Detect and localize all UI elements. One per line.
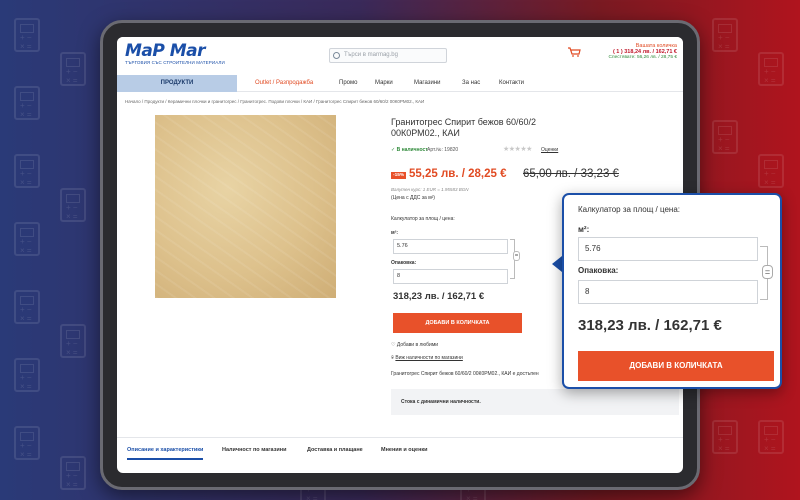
- breadcrumb[interactable]: Начало / Продукти / Керамични плочки и г…: [125, 99, 424, 104]
- calculated-total: 318,23 лв. / 162,71 €: [393, 291, 485, 302]
- calculator-icon: [14, 154, 40, 188]
- heart-icon: ♡: [391, 342, 396, 348]
- nav-item-stores[interactable]: Магазини: [414, 75, 441, 92]
- search-input[interactable]: Търси в marmag.bg: [329, 48, 447, 63]
- calculator-icon: [60, 188, 86, 222]
- calculator-icon: [712, 18, 738, 52]
- calculator-icon: [14, 18, 40, 52]
- calculator-icon: [14, 222, 40, 256]
- exchange-rate: Валутен курс: 1 EUR = 1.95583 BGN: [391, 187, 469, 192]
- rating-stars[interactable]: ★★★★★: [503, 145, 532, 153]
- store-availability-link[interactable]: ⌾ Виж наличности по магазини: [391, 355, 463, 361]
- calculator-icon: [60, 456, 86, 490]
- package-label: Опаковка:: [391, 260, 417, 266]
- products-menu-button[interactable]: ПРОДУКТИ: [117, 75, 237, 92]
- tab-description[interactable]: Описание и характеристики: [127, 447, 204, 460]
- stock-status: ✓ В наличност: [391, 147, 428, 153]
- calculator-icon: [712, 120, 738, 154]
- m2-input[interactable]: 5.76: [578, 237, 758, 261]
- calculator-icon: [60, 52, 86, 86]
- calculator-zoom-callout: Калкулатор за площ / цена: м²: 5.76 Опак…: [562, 193, 782, 389]
- calculator-label: Калкулатор за площ / цена:: [578, 205, 680, 214]
- search-placeholder: Търси в marmag.bg: [344, 52, 398, 58]
- site-header: MaP Mar ТЪРГОВИЯ СЪС СТРОИТЕЛНИ МАТЕРИАЛ…: [117, 37, 683, 75]
- product-title: Гранитогрес Спирит бежов 60/60/2 00К0РМ0…: [391, 117, 537, 138]
- tab-delivery[interactable]: Доставка и плащане: [307, 447, 363, 453]
- article-number: Арт.№: 19820: [427, 147, 459, 153]
- calculator-icon: [14, 426, 40, 460]
- package-input[interactable]: 8: [578, 280, 758, 304]
- price-new: 55,25 лв. / 28,25 €: [409, 168, 507, 180]
- nav-item-brands[interactable]: Марки: [375, 75, 393, 92]
- calculator-icon: [712, 420, 738, 454]
- calculated-total: 318,23 лв. / 162,71 €: [578, 317, 722, 334]
- calculator-label: Калкулатор за площ / цена:: [391, 216, 455, 222]
- calculator-icon: [14, 290, 40, 324]
- popup-pointer: [552, 256, 562, 272]
- favorites-label: Добави в любими: [396, 342, 439, 348]
- nav-item-about[interactable]: За нас: [462, 75, 480, 92]
- product-description: Гранитогрес Спирит бежов 60/60/2 00К0РМ0…: [391, 371, 539, 377]
- calculator-icon: [758, 154, 784, 188]
- reviews-link[interactable]: Оценки: [541, 147, 558, 153]
- logo-tagline: ТЪРГОВИЯ СЪС СТРОИТЕЛНИ МАТЕРИАЛИ: [125, 60, 225, 65]
- package-label: Опаковка:: [578, 266, 619, 275]
- dynamic-stock-note: Стока с динамични наличности.: [391, 389, 679, 415]
- calculator-icon: [14, 86, 40, 120]
- m2-label: м²:: [391, 230, 399, 236]
- product-tabs: Описание и характеристики Наличност по м…: [117, 437, 683, 463]
- vat-note: (Цена с ДДС за м²): [391, 195, 435, 201]
- calculator-icon: [758, 420, 784, 454]
- price-old: 65,00 лв. / 33,23 €: [523, 168, 619, 180]
- calculator-icon: [60, 324, 86, 358]
- calculator-icon: [14, 358, 40, 392]
- cart-summary[interactable]: Вашата количка ( 1 ) 318,24 лв. / 162,71…: [567, 43, 677, 60]
- nav-item-promo[interactable]: Промо: [339, 75, 357, 92]
- nav-item-outlet[interactable]: Outlet / Разпродажба: [255, 75, 313, 92]
- add-to-cart-button[interactable]: ДОБАВИ В КОЛИЧКАТА: [578, 351, 774, 381]
- equals-icon: =: [513, 251, 520, 261]
- location-pin-icon: ⌾: [391, 355, 395, 361]
- availability-label: Виж наличности по магазини: [395, 355, 463, 361]
- search-icon[interactable]: [333, 52, 340, 59]
- package-input[interactable]: 8: [393, 269, 508, 284]
- add-to-cart-button[interactable]: ДОБАВИ В КОЛИЧКАТА: [393, 313, 522, 333]
- nav-item-contacts[interactable]: Контакти: [499, 75, 524, 92]
- logo-text: MaP Mar: [125, 41, 206, 61]
- cart-icon[interactable]: [567, 47, 581, 57]
- m2-input[interactable]: 5.76: [393, 239, 508, 254]
- product-image[interactable]: [155, 115, 336, 298]
- site-logo[interactable]: MaP Mar ТЪРГОВИЯ СЪС СТРОИТЕЛНИ МАТЕРИАЛ…: [125, 41, 225, 66]
- add-to-favorites[interactable]: ♡ Добави в любими: [391, 342, 438, 348]
- m2-label: м²:: [578, 225, 590, 234]
- tab-availability[interactable]: Наличност по магазини: [222, 447, 287, 453]
- cart-savings: Спестявате: 56,26 лв. / 28,75 €: [608, 55, 677, 60]
- main-nav: ПРОДУКТИ Outlet / Разпродажба Промо Марк…: [117, 75, 683, 92]
- calculator-icon: [758, 52, 784, 86]
- discount-badge: -15%: [391, 172, 407, 179]
- tab-reviews[interactable]: Мнения и оценки: [381, 447, 428, 453]
- equals-icon: =: [762, 265, 773, 279]
